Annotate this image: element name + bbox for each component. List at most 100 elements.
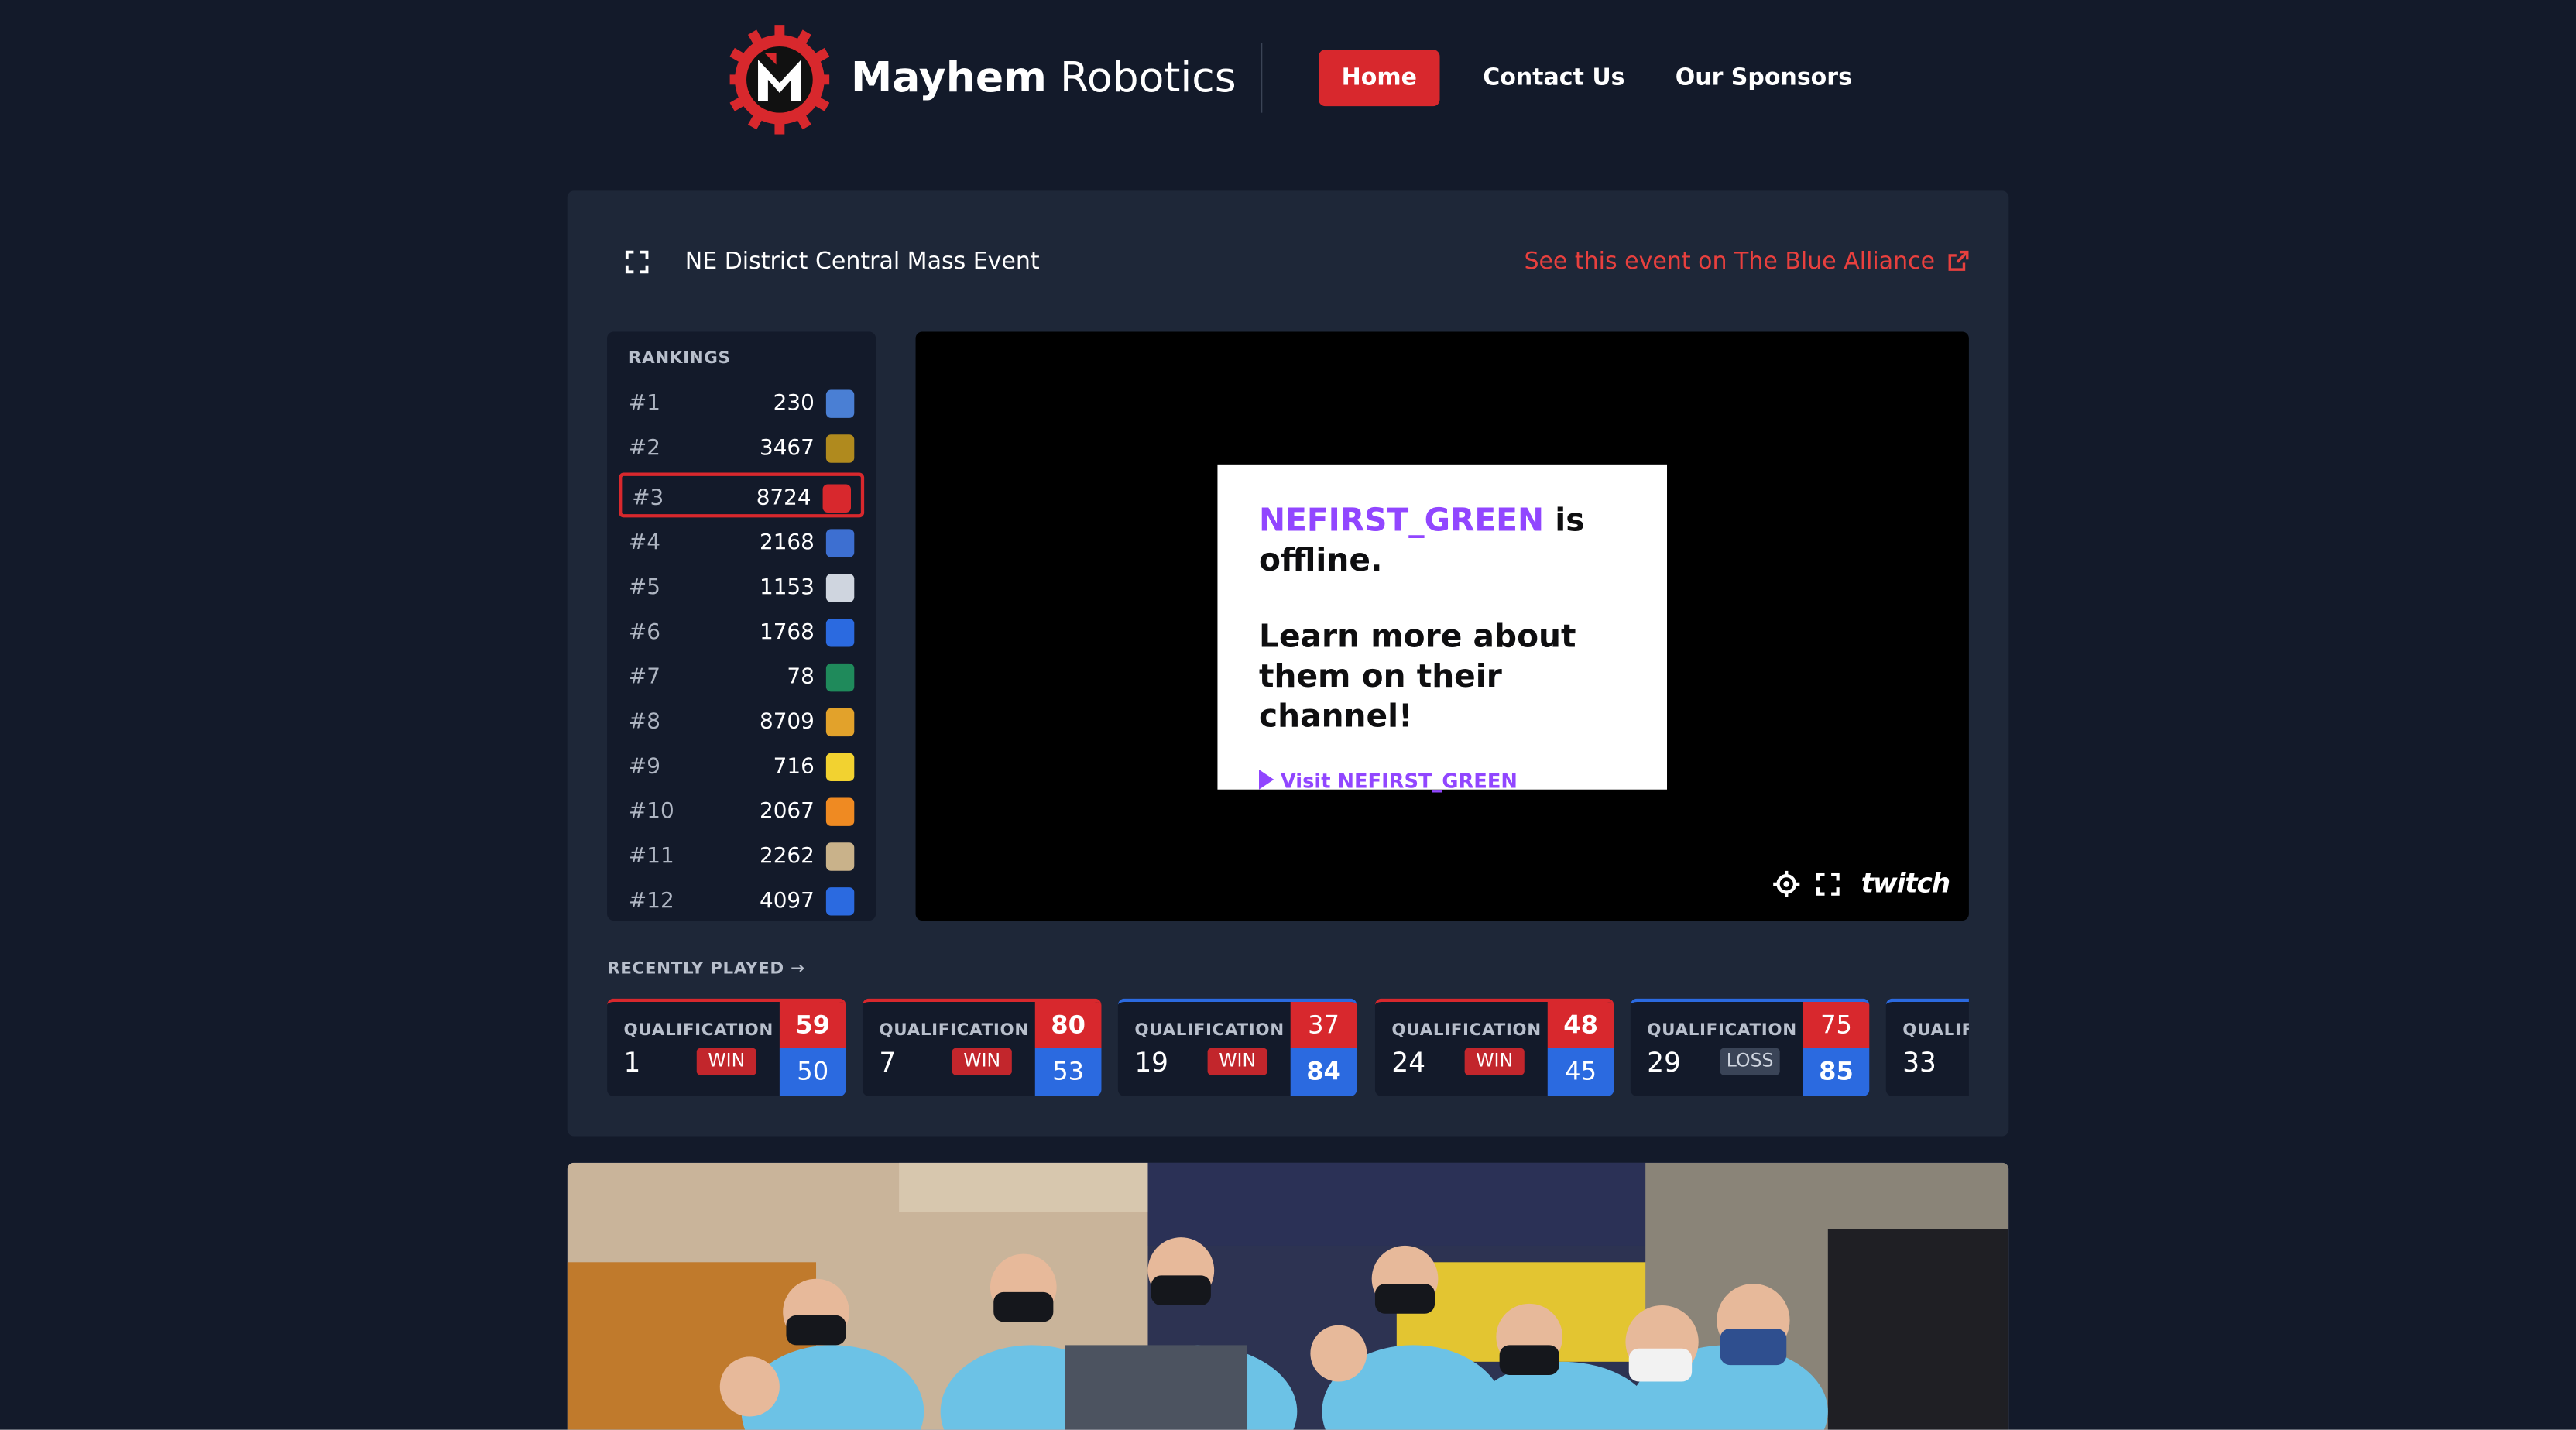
nav-home-button[interactable]: Home: [1319, 50, 1440, 107]
rank-position: #1: [628, 391, 661, 417]
team-avatar-icon: [825, 389, 855, 418]
nav-contact-link[interactable]: Contact Us: [1483, 50, 1624, 106]
ranking-row[interactable]: #9 716: [619, 745, 864, 790]
team-avatar-icon: [825, 842, 855, 871]
team-photo: [567, 1162, 2009, 1430]
nav-sponsors-link[interactable]: Our Sponsors: [1676, 50, 1852, 106]
match-number: 1: [623, 1046, 641, 1079]
offline-card: NEFIRST_GREEN is offline. Learn more abo…: [1217, 464, 1668, 793]
match-card[interactable]: QUALIFICATION 19 WIN 37 84: [1117, 998, 1357, 1097]
mayhem-logo[interactable]: [729, 23, 830, 136]
recent-matches: QUALIFICATION 1 WIN 59 50 QUALIFICATION 7 WIN 80…: [607, 998, 1969, 1099]
match-result-badge: WIN: [952, 1048, 1012, 1075]
play-icon: [1259, 770, 1274, 790]
recently-played-link[interactable]: RECENTLY PLAYED →: [607, 960, 805, 979]
blue-score: 45: [1547, 1048, 1614, 1097]
rankings-panel: RANKINGS #1 230 #2 3467 #3 8724 #4 2168 #5 1153 #6…: [607, 331, 876, 921]
match-type: QUALIFICATION: [1134, 1021, 1285, 1041]
offline-message: NEFIRST_GREEN is offline.: [1259, 501, 1625, 581]
twitch-player[interactable]: NEFIRST_GREEN is offline. Learn more abo…: [915, 331, 1969, 921]
team-avatar-icon: [822, 484, 851, 513]
twitch-logo[interactable]: twitch: [1861, 867, 1951, 899]
arrow-right-icon: →: [791, 960, 805, 979]
match-card[interactable]: QUALIFICATION 33: [1885, 998, 1969, 1097]
rank-position: #9: [628, 754, 661, 780]
match-result-badge: WIN: [696, 1048, 756, 1075]
ranking-row[interactable]: #10 2067: [619, 790, 864, 835]
rank-team-number: 2067: [759, 799, 815, 825]
rank-position: #8: [628, 709, 661, 736]
brand-bold: Mayhem: [850, 53, 1047, 101]
header-divider: [1261, 43, 1263, 113]
match-card[interactable]: QUALIFICATION 7 WIN 80 53: [862, 998, 1102, 1097]
brand-light: Robotics: [1060, 53, 1237, 101]
event-card: NE District Central Mass Event See this …: [567, 190, 2009, 1137]
red-score: 37: [1290, 1001, 1357, 1048]
team-avatar-icon: [825, 574, 855, 602]
match-type: QUALIFICATION: [1647, 1021, 1797, 1041]
red-score: 75: [1803, 1001, 1870, 1048]
match-card[interactable]: QUALIFICATION 24 WIN 48 45: [1374, 998, 1614, 1097]
recently-played-label: RECENTLY PLAYED: [607, 960, 784, 979]
match-number: 24: [1391, 1046, 1426, 1079]
team-avatar-icon: [825, 797, 855, 826]
page: Mayhem Robotics Home Contact Us Our Spon…: [0, 0, 2576, 1430]
match-result-badge: LOSS: [1720, 1048, 1780, 1075]
rank-team-number: 8709: [759, 709, 815, 736]
blue-alliance-link-label: See this event on The Blue Alliance: [1524, 249, 1936, 276]
match-number: 7: [879, 1046, 897, 1079]
visit-channel-link[interactable]: Visit NEFIRST_GREEN: [1259, 770, 1625, 793]
rank-team-number: 1768: [759, 620, 815, 646]
match-number: 33: [1902, 1046, 1936, 1079]
blue-score: 85: [1803, 1048, 1870, 1097]
channel-name[interactable]: NEFIRST_GREEN: [1259, 502, 1544, 539]
rank-position: #5: [628, 575, 661, 601]
red-score: 48: [1547, 1001, 1614, 1048]
rank-team-number: 3467: [759, 436, 815, 461]
rank-team-number: 230: [773, 391, 815, 417]
blue-alliance-link[interactable]: See this event on The Blue Alliance: [1524, 249, 1969, 276]
rank-team-number: 8724: [756, 485, 811, 511]
match-card[interactable]: QUALIFICATION 1 WIN 59 50: [607, 998, 846, 1097]
blue-score: 84: [1290, 1048, 1357, 1097]
match-card[interactable]: QUALIFICATION 29 LOSS 75 85: [1630, 998, 1870, 1097]
fullscreen-icon[interactable]: [1816, 872, 1840, 896]
team-photo-image: [567, 1162, 2009, 1430]
ranking-row[interactable]: #12 4097: [619, 879, 864, 921]
ranking-row[interactable]: #8 8709: [619, 700, 864, 745]
ranking-row[interactable]: #1 230: [619, 382, 864, 427]
rankings-title: RANKINGS: [628, 350, 731, 369]
ranking-row[interactable]: #6 1768: [619, 610, 864, 655]
ranking-row[interactable]: #7 78: [619, 655, 864, 700]
ranking-row[interactable]: #3 8724: [619, 472, 865, 518]
ranking-row[interactable]: #2 3467: [619, 427, 864, 472]
match-type: QUALIFICATION: [1391, 1021, 1542, 1041]
event-title: NE District Central Mass Event: [684, 249, 1040, 276]
match-result-badge: WIN: [1207, 1048, 1267, 1075]
ranking-row[interactable]: #5 1153: [619, 566, 864, 611]
rank-position: #7: [628, 665, 661, 691]
settings-gear-icon[interactable]: [1773, 870, 1800, 897]
rank-position: #4: [628, 530, 661, 556]
match-type: QUALIFICATION: [623, 1021, 773, 1041]
match-type: QUALIFICATION: [1902, 1021, 1969, 1041]
match-result-badge: WIN: [1464, 1048, 1525, 1075]
rank-team-number: 1153: [759, 575, 815, 601]
red-score: 80: [1034, 1001, 1102, 1048]
rank-position: #2: [628, 436, 661, 461]
rank-position: #6: [628, 620, 661, 646]
match-number: 29: [1647, 1046, 1681, 1079]
match-number: 19: [1134, 1046, 1168, 1079]
blue-score: 50: [779, 1048, 846, 1097]
team-avatar-icon: [825, 619, 855, 647]
team-avatar-icon: [825, 529, 855, 557]
brand-name[interactable]: Mayhem Robotics: [851, 53, 1237, 101]
rank-team-number: 716: [773, 754, 815, 780]
ranking-row[interactable]: #4 2168: [619, 521, 864, 566]
team-avatar-icon: [825, 753, 855, 782]
team-avatar-icon: [825, 708, 855, 737]
rank-position: #12: [628, 889, 674, 914]
expand-icon[interactable]: [625, 250, 649, 274]
rank-position: #3: [632, 485, 664, 511]
ranking-row[interactable]: #11 2262: [619, 835, 864, 880]
